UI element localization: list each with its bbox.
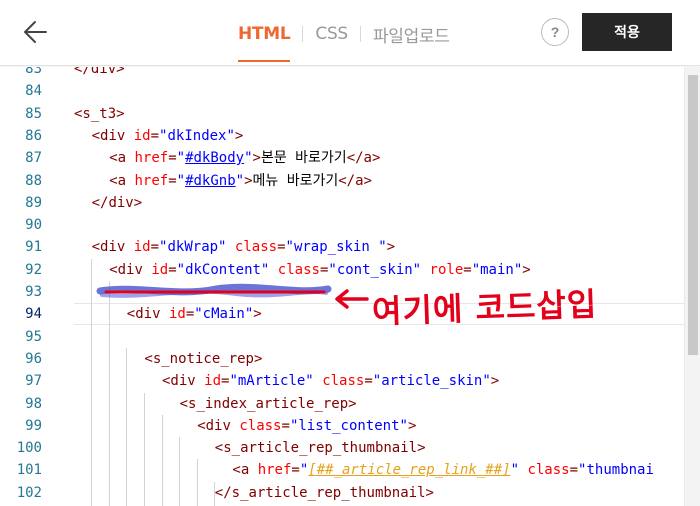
code-text: </div> <box>91 194 143 211</box>
editor-header: HTML CSS 파일업로드 ? 적용 <box>0 0 700 66</box>
editor-tabs: HTML CSS 파일업로드 <box>238 22 450 62</box>
line-number: 91 <box>25 239 42 256</box>
line-number: 97 <box>25 373 42 390</box>
indent-guide <box>108 281 110 506</box>
line-number: 92 <box>25 261 42 278</box>
line-number: 99 <box>25 417 42 434</box>
tab-file-upload[interactable]: 파일업로드 <box>373 22 450 47</box>
indent-guide <box>196 459 198 506</box>
line-number: 83 <box>25 67 42 77</box>
line-number: 85 <box>25 105 42 122</box>
code-text: <a href="#dkBody">본문 바로가기</a> <box>109 150 381 167</box>
line-number: 96 <box>25 350 42 367</box>
code-line[interactable]: <s_notice_rep> <box>54 348 684 370</box>
scroll-thumb[interactable] <box>688 75 698 355</box>
vertical-scrollbar[interactable] <box>684 67 700 506</box>
code-line[interactable]: <div id="dkWrap" class="wrap_skin "> <box>54 236 684 258</box>
indent-guide <box>143 392 145 506</box>
code-text: </div> <box>74 67 125 77</box>
code-line[interactable]: <a href="#dkBody">본문 바로가기</a> <box>54 147 684 169</box>
code-line[interactable]: <a href="#dkGnb">메뉴 바로가기</a> <box>54 170 684 192</box>
code-line[interactable]: </s_article_rep_thumbnail> <box>54 482 684 504</box>
code-text: <s_notice_rep> <box>144 350 263 367</box>
line-number: 94 <box>25 306 42 323</box>
code-text: <s_index_article_rep> <box>179 395 357 412</box>
line-number: 98 <box>25 395 42 412</box>
arrow-left-icon <box>24 21 47 43</box>
line-number: 88 <box>25 172 42 189</box>
code-line[interactable]: <s_article_rep_thumbnail> <box>54 437 684 459</box>
code-line[interactable]: <div class="list_content"> <box>54 415 684 437</box>
tab-css[interactable]: CSS <box>315 24 348 44</box>
tab-html[interactable]: HTML <box>238 24 291 62</box>
handwritten-annotation: 여기에 코드삽입 <box>371 285 598 331</box>
code-line[interactable] <box>54 326 684 348</box>
code-text: <div class="list_content"> <box>197 417 417 434</box>
scribble-mark <box>96 283 332 298</box>
line-number: 86 <box>25 127 42 144</box>
line-number: 84 <box>25 83 42 100</box>
code-text: <a href="[##_article_rep_link_##]" class… <box>232 462 654 479</box>
code-text: <a href="#dkGnb">메뉴 바로가기</a> <box>109 172 372 189</box>
code-line[interactable]: <s_t3> <box>54 103 684 125</box>
code-line[interactable]: </div> <box>54 67 684 80</box>
indent-guide <box>214 481 216 506</box>
help-icon[interactable]: ? <box>541 18 569 46</box>
code-line[interactable]: <a href="[##_article_rep_link_##]" class… <box>54 459 684 481</box>
line-number: 87 <box>25 150 42 167</box>
line-number: 90 <box>25 217 42 234</box>
line-number-gutter: 83 84 85 86 87 88 89 90 91 92 93 94 95 96 97 98 99 100 101… <box>0 67 54 506</box>
code-line[interactable]: </div> <box>54 192 684 214</box>
indent-guide <box>161 414 163 506</box>
line-number: 93 <box>25 284 42 300</box>
apply-button[interactable]: 적용 <box>582 13 672 51</box>
line-number: 95 <box>25 328 42 345</box>
arrow-left-annotation-icon <box>335 289 369 309</box>
indent-guide <box>91 258 93 506</box>
code-text: <s_t3> <box>74 105 125 122</box>
tab-divider <box>302 26 304 42</box>
code-text: <div id="mArticle" class="article_skin"> <box>162 373 500 390</box>
code-line[interactable] <box>54 80 684 102</box>
code-line[interactable]: <div id="mArticle" class="article_skin"> <box>54 370 684 392</box>
code-line[interactable]: <div id="dkIndex"> <box>54 125 684 147</box>
tab-divider <box>359 26 361 42</box>
code-text: <s_article_rep_thumbnail> <box>214 440 426 457</box>
indent-guide <box>126 347 128 506</box>
code-text: </s_article_rep_thumbnail> <box>214 484 434 501</box>
line-number: 100 <box>16 440 42 457</box>
indent-guide <box>179 437 181 506</box>
line-number: 102 <box>16 484 42 501</box>
code-text: <div id="dkWrap" class="wrap_skin "> <box>91 239 396 256</box>
code-line[interactable]: <s_index_article_rep> <box>54 393 684 415</box>
line-number: 89 <box>25 194 42 211</box>
line-number: 101 <box>16 462 42 479</box>
code-line[interactable] <box>54 214 684 236</box>
back-button[interactable] <box>20 16 52 48</box>
code-text: <div id="dkIndex"> <box>91 127 244 144</box>
